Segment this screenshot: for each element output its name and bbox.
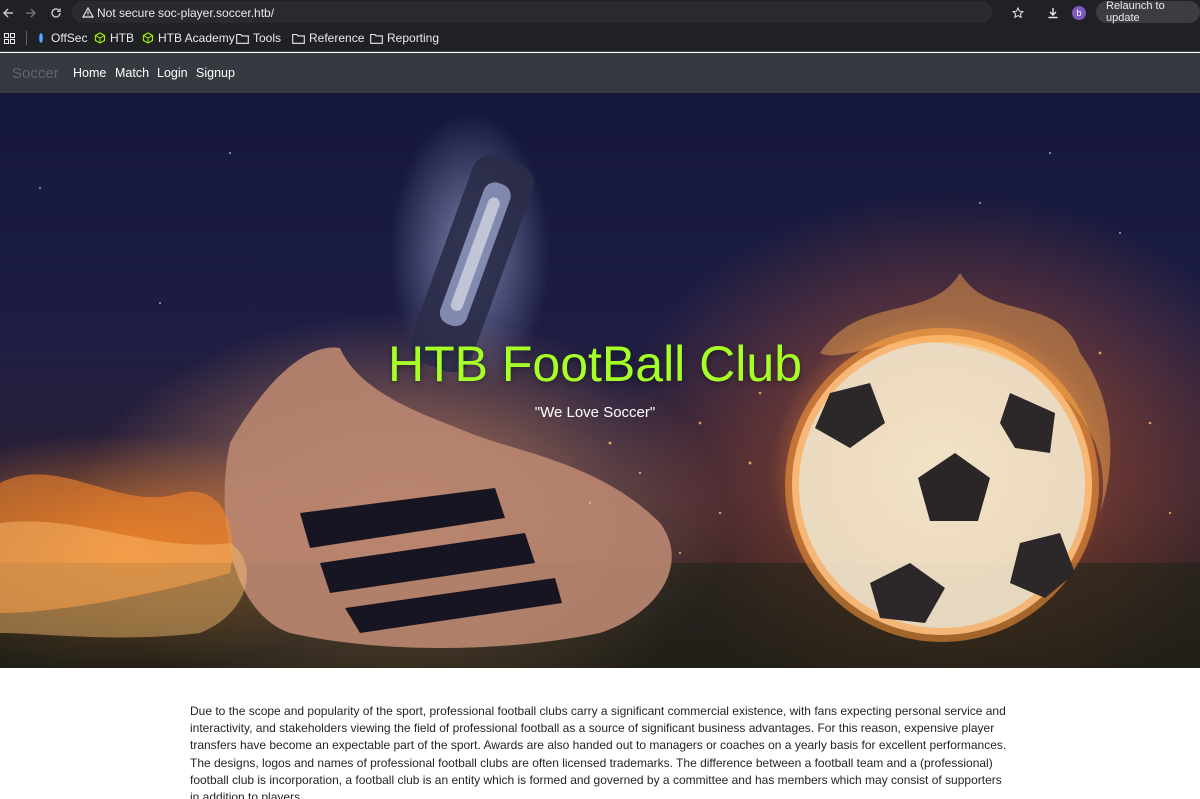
avatar-letter: b: [1072, 5, 1086, 20]
folder-icon: [236, 33, 249, 44]
club-description-paragraph: Due to the scope and popularity of the s…: [190, 704, 1007, 799]
bookmark-folder-tools[interactable]: Tools: [236, 25, 281, 51]
star-icon[interactable]: [1012, 0, 1024, 25]
bookmark-label: HTB Academy: [158, 31, 235, 45]
bookmarks-separator: [26, 31, 27, 45]
bookmark-htb-academy[interactable]: HTB Academy: [142, 25, 235, 51]
forward-icon[interactable]: [23, 0, 39, 25]
profile-avatar[interactable]: b: [1072, 0, 1086, 25]
folder-icon: [292, 33, 305, 44]
htb-cube-icon: [94, 32, 106, 44]
nav-link-home[interactable]: Home: [73, 53, 106, 93]
offsec-icon: [38, 32, 44, 44]
bookmarks-bar: OffSec HTB HTB Academy Tools Reference R…: [0, 25, 1200, 52]
bookmark-label: Tools: [253, 31, 282, 45]
bookmark-label: HTB: [110, 31, 134, 45]
nav-link-match[interactable]: Match: [115, 53, 149, 93]
apps-grid-icon[interactable]: [4, 25, 15, 51]
hero-title: HTB FootBall Club: [387, 336, 803, 392]
site-navbar: Soccer Home Match Login Signup: [0, 53, 1200, 93]
reload-icon[interactable]: [48, 0, 64, 25]
warning-icon: [82, 7, 94, 18]
relaunch-button[interactable]: Relaunch to update: [1096, 0, 1200, 24]
hero-banner: HTB FootBall Club "We Love Soccer": [0, 93, 1200, 668]
nav-link-login[interactable]: Login: [157, 53, 188, 93]
htb-cube-icon: [142, 32, 154, 44]
navbar-brand[interactable]: Soccer: [12, 53, 59, 93]
bookmark-htb[interactable]: HTB: [94, 25, 134, 51]
back-icon[interactable]: [0, 0, 16, 25]
hero-subtitle: "We Love Soccer": [534, 404, 656, 421]
bookmark-label: Reporting: [387, 31, 440, 45]
bookmark-offsec[interactable]: OffSec: [35, 25, 87, 51]
nav-link-signup[interactable]: Signup: [196, 53, 235, 93]
bookmark-folder-reporting[interactable]: Reporting: [370, 25, 439, 51]
bookmark-label: Reference: [309, 31, 365, 45]
bookmark-label: OffSec: [51, 31, 88, 45]
bookmark-folder-reference[interactable]: Reference: [292, 25, 364, 51]
security-indicator[interactable]: Not secure: [82, 0, 155, 25]
folder-icon: [370, 33, 383, 44]
browser-toolbar: Not secure soc-player.soccer.htb/ b Rela…: [0, 0, 1200, 25]
url-text[interactable]: soc-player.soccer.htb/: [158, 0, 274, 25]
download-icon[interactable]: [1047, 0, 1059, 25]
security-label: Not secure: [97, 5, 156, 20]
